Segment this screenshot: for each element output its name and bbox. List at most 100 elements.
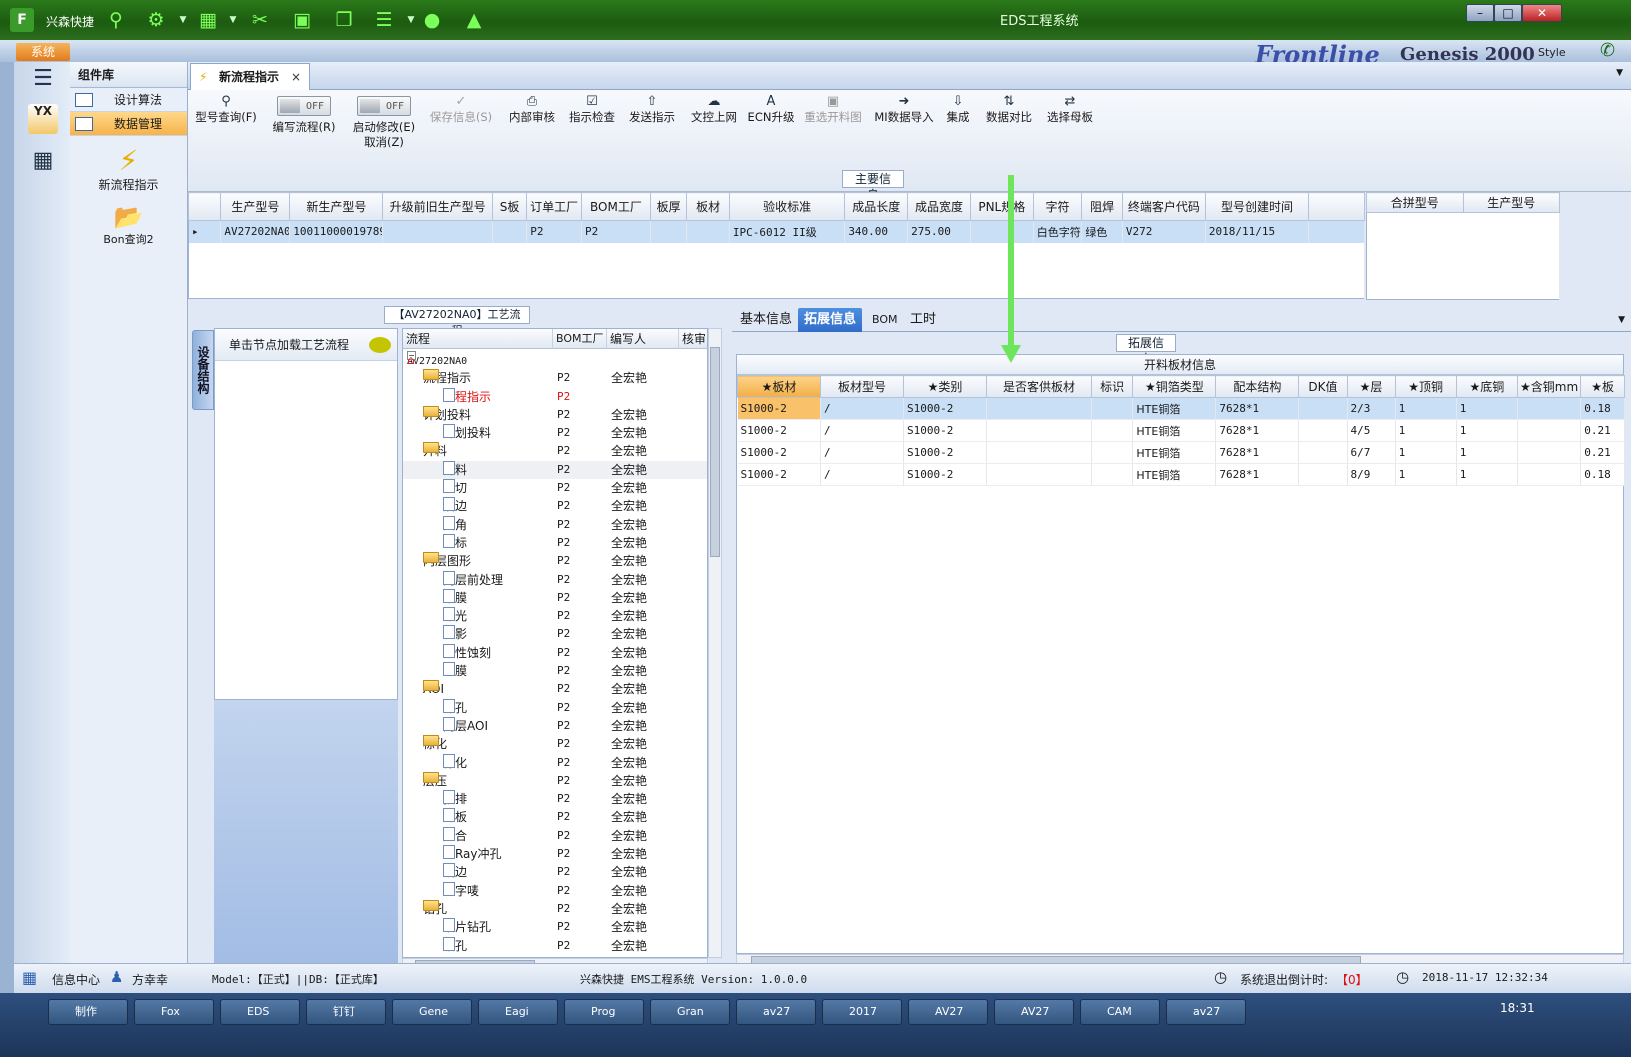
tree-node[interactable]: 流程指示 P2 <box>403 387 707 406</box>
tree-folder-node[interactable]: −开料 <box>423 442 447 460</box>
tree-node[interactable]: 压合 P2 全宏艳 <box>403 826 707 845</box>
column-header[interactable]: ★层 <box>1346 375 1396 398</box>
tree-leaf-node[interactable]: 酸性蚀刻 <box>443 643 491 662</box>
tree-node[interactable]: 排板 P2 全宏艳 <box>403 808 707 826</box>
column-header[interactable]: 流程 <box>403 329 553 349</box>
tree-node[interactable]: 打标 P2 全宏艳 <box>403 533 707 552</box>
table-row[interactable]: S1000-2/S1000-2 HTE铜箔 7628*1 8/9 1 1 0.18 <box>737 463 1625 486</box>
column-header[interactable]: 板厚 <box>649 192 688 221</box>
tree-leaf-node[interactable]: 内层前处理 <box>443 570 503 589</box>
tree-node[interactable]: 酸性蚀刻 P2 全宏艳 <box>403 643 707 662</box>
column-header[interactable]: S板 <box>491 192 528 221</box>
component-item-design-algorithm[interactable]: 设计算法 <box>70 88 187 112</box>
table-cell[interactable]: / <box>820 397 905 420</box>
table-cell[interactable]: 1 <box>1395 463 1457 486</box>
taskbar-item[interactable]: AV27 <box>994 999 1074 1025</box>
close-button[interactable]: ✕ <box>1522 4 1562 22</box>
instruction-check-button[interactable]: ☑ 指示检查 <box>564 94 620 125</box>
taskbar-item[interactable]: Eagi <box>478 999 558 1025</box>
gear-icon[interactable]: ⚙ <box>144 8 168 32</box>
column-header[interactable]: 升级前旧生产型号 <box>382 192 493 221</box>
tree-leaf-node[interactable]: 预排 <box>443 790 467 808</box>
close-tab-icon[interactable]: × <box>291 64 301 90</box>
table-cell[interactable] <box>1517 397 1582 420</box>
tree-node[interactable]: 铝片钻孔 P2 全宏艳 <box>403 918 707 936</box>
column-header[interactable]: ★板材 <box>736 375 822 398</box>
table-cell[interactable]: 7628*1 <box>1215 441 1300 464</box>
column-header[interactable]: 生产型号 <box>220 192 291 221</box>
tree-leaf-node[interactable]: 排板 <box>443 808 467 826</box>
column-header[interactable]: 终端客户代码 <box>1121 192 1206 221</box>
table-cell[interactable]: 7628*1 <box>1215 419 1300 442</box>
calculator-icon[interactable]: ▦ <box>28 148 58 178</box>
table-cell[interactable] <box>650 220 688 243</box>
dropdown-arrow-icon[interactable]: ▼ <box>178 8 188 32</box>
table-cell[interactable] <box>986 397 1092 420</box>
minimize-button[interactable]: – <box>1466 4 1494 22</box>
tree-leaf-node[interactable]: 计划投料 <box>443 424 491 442</box>
tree-node[interactable]: −流程指示 P2 全宏艳 <box>403 369 707 387</box>
dropdown-arrow-icon[interactable]: ▼ <box>406 8 416 32</box>
table-cell[interactable] <box>1298 463 1348 486</box>
tree-node[interactable]: −层压 P2 全宏艳 <box>403 771 707 790</box>
column-header[interactable]: 订单工厂 <box>526 192 582 221</box>
table-cell[interactable]: P2 <box>581 220 651 243</box>
tree-node[interactable]: 圆角 P2 全宏艳 <box>403 515 707 534</box>
table-cell[interactable] <box>986 441 1092 464</box>
doc-control-online-button[interactable]: ☁ 文控上网 <box>686 94 742 125</box>
taskbar-item[interactable]: 钉钉 <box>306 999 386 1025</box>
tree-node[interactable]: 内层AOI P2 全宏艳 <box>403 716 707 735</box>
column-header[interactable]: 成品长度 <box>844 192 909 221</box>
dropdown-arrow-icon[interactable]: ▼ <box>228 8 238 32</box>
table-cell[interactable]: 1 <box>1395 397 1457 420</box>
start-modify-toggle[interactable]: OFF 启动修改(E) 取消(Z) <box>346 94 422 150</box>
tree-node[interactable]: 显影 P2 全宏艳 <box>403 625 707 643</box>
column-header[interactable]: ★类别 <box>903 375 988 398</box>
taskbar-item[interactable]: AV27 <box>908 999 988 1025</box>
column-header[interactable]: 板材 <box>686 192 730 221</box>
table-cell[interactable]: 340.00 <box>844 220 909 243</box>
tree-leaf-node[interactable]: 裁切 <box>443 479 467 497</box>
tab-basic-info[interactable]: 基本信息 <box>734 308 798 332</box>
table-cell[interactable]: HTE铜箔 <box>1132 419 1217 442</box>
tree-node[interactable]: 计划投料 P2 全宏艳 <box>403 424 707 442</box>
scissors-icon[interactable]: ✂ <box>248 8 272 32</box>
table-cell[interactable]: 6/7 <box>1347 441 1396 464</box>
table-cell[interactable] <box>492 220 528 243</box>
table-cell[interactable]: 2018/11/15 <box>1205 220 1310 243</box>
frame-icon[interactable]: ▣ <box>290 8 314 32</box>
table-cell[interactable]: S1000-2 <box>737 463 822 486</box>
tree-node[interactable]: −开料 P2 全宏艳 <box>403 442 707 460</box>
table-cell[interactable]: IPC-6012 II级 <box>729 220 846 243</box>
tree-leaf-node[interactable]: 内层AOI <box>443 716 488 735</box>
table-cell[interactable] <box>686 220 730 243</box>
table-icon[interactable]: ☰ <box>372 8 396 32</box>
table-row[interactable]: ▸ AV27202NA0 10011000019789 P2 P2 IPC-60… <box>188 220 1365 243</box>
chart-icon[interactable]: ▲ <box>462 8 486 32</box>
tree-node[interactable]: 磨边 P2 全宏艳 <box>403 497 707 515</box>
table-cell[interactable]: HTE铜箔 <box>1132 463 1217 486</box>
column-header[interactable]: BOM工厂 <box>580 192 651 221</box>
send-instruction-button[interactable]: ⇧ 发送指示 <box>624 94 680 125</box>
tree-node[interactable]: 预排 P2 全宏艳 <box>403 790 707 808</box>
column-header[interactable]: ★顶铜 <box>1394 375 1457 398</box>
column-header[interactable]: 标识 <box>1090 375 1134 398</box>
column-header[interactable]: 合拼型号 <box>1366 192 1464 213</box>
table-cell[interactable] <box>1091 441 1134 464</box>
tree-folder-node[interactable]: −层压 <box>423 771 447 790</box>
component-item-data-management[interactable]: 数据管理 <box>70 112 187 136</box>
column-header[interactable]: 成品宽度 <box>907 192 971 221</box>
tree-node[interactable]: 棕化 P2 全宏艳 <box>403 753 707 772</box>
taskbar-item[interactable]: Fox <box>134 999 214 1025</box>
tree-leaf-node[interactable]: 显影 <box>443 625 467 643</box>
internal-review-button[interactable]: ⎙ 内部审核 <box>504 94 560 125</box>
tree-folder-node[interactable]: −钻孔 <box>423 899 447 918</box>
tree-node[interactable]: 冲孔 P2 全宏艳 <box>403 698 707 717</box>
table-cell[interactable]: 275.00 <box>907 220 971 243</box>
column-header[interactable]: PNL规格 <box>969 192 1034 221</box>
tree-leaf-node[interactable]: 打字唛 <box>443 881 479 900</box>
tree-root-node[interactable]: − ⌂ AV27202NA0 <box>407 351 467 371</box>
table-cell[interactable]: / <box>820 463 905 486</box>
tab-extended-info[interactable]: 拓展信息 <box>798 308 863 332</box>
tree-leaf-node[interactable]: 磨边 <box>443 497 467 515</box>
